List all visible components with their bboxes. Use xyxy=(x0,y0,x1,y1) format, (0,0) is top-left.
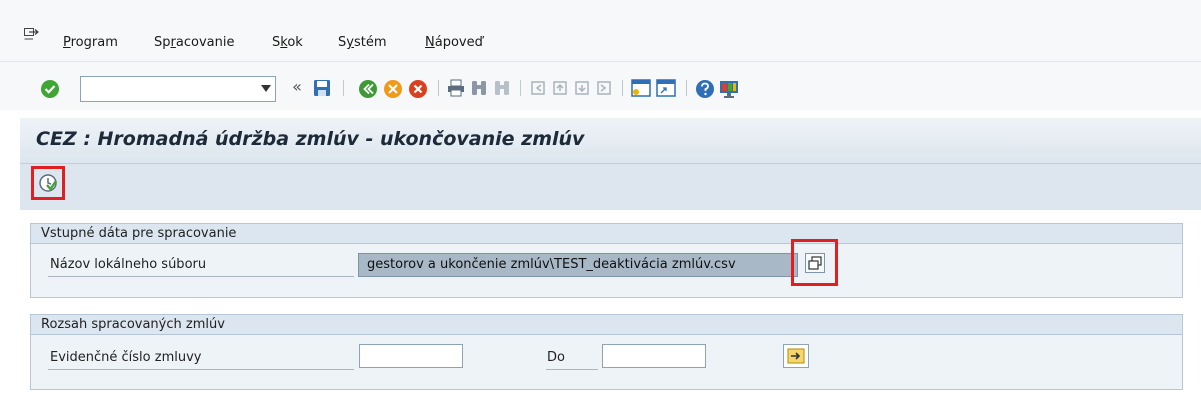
contract-to-input[interactable] xyxy=(602,344,706,368)
save-button[interactable] xyxy=(313,79,331,97)
copy-windows-icon xyxy=(808,256,822,270)
contract-to-field[interactable] xyxy=(603,345,705,367)
first-page-button[interactable] xyxy=(529,79,547,97)
prev-page-icon xyxy=(553,81,567,95)
menu-toggle-icon[interactable] xyxy=(24,28,39,40)
exit-button[interactable] xyxy=(383,79,403,99)
back-button[interactable] xyxy=(358,79,378,99)
enter-button[interactable] xyxy=(40,79,60,99)
help-icon xyxy=(696,80,714,98)
dropdown-arrow-icon[interactable] xyxy=(261,85,271,93)
monitor-icon xyxy=(720,81,738,98)
menu-spracovanie[interactable]: Spracovanie xyxy=(154,35,234,50)
new-window-icon xyxy=(631,79,651,97)
back-icon xyxy=(359,80,377,98)
contract-range-group-title: Rozsah spracovaných zmlúv xyxy=(31,315,1182,335)
label-underline xyxy=(546,369,598,370)
cancel-button[interactable] xyxy=(408,79,428,99)
multiple-selection-button[interactable] xyxy=(783,344,809,368)
last-page-button[interactable] xyxy=(595,79,613,97)
binoculars-icon xyxy=(472,81,486,95)
shortcut-icon xyxy=(656,79,676,97)
last-page-icon xyxy=(597,81,611,95)
checkmark-icon xyxy=(41,80,59,98)
menu-skok[interactable]: Skok xyxy=(272,35,303,50)
new-session-button[interactable] xyxy=(631,79,651,97)
print-icon xyxy=(448,79,464,97)
toolbar-separator xyxy=(520,80,521,96)
exit-icon xyxy=(384,80,402,98)
contract-from-field[interactable] xyxy=(360,345,462,367)
next-page-button[interactable] xyxy=(573,79,591,97)
customize-layout-button[interactable] xyxy=(719,79,739,99)
prev-page-button[interactable] xyxy=(551,79,569,97)
multiple-selection-icon xyxy=(787,348,805,364)
collapse-toolbar-button[interactable]: « xyxy=(289,76,305,96)
save-icon xyxy=(314,80,330,96)
page-title: CEZ : Hromadná údržba zmlúv - ukončovani… xyxy=(36,128,585,150)
browse-file-button[interactable] xyxy=(805,253,825,273)
to-label: Do xyxy=(547,350,565,365)
label-underline xyxy=(48,369,354,370)
command-field[interactable] xyxy=(80,76,276,102)
execute-button[interactable] xyxy=(31,166,65,200)
input-data-group-title: Vstupné dáta pre spracovanie xyxy=(31,224,1182,244)
execute-clock-icon xyxy=(39,174,57,192)
menu-program[interactable]: Program xyxy=(63,35,118,50)
cancel-icon xyxy=(409,80,427,98)
menu-system[interactable]: Systém xyxy=(338,35,387,50)
shortcut-button[interactable] xyxy=(656,79,676,97)
toolbar-separator xyxy=(622,80,623,96)
browse-file-highlight xyxy=(791,239,838,286)
binoculars-next-icon xyxy=(495,81,509,95)
toolbar-separator xyxy=(438,80,439,96)
label-underline xyxy=(48,276,354,277)
menu-napoved[interactable]: Nápoveď xyxy=(425,35,483,50)
first-page-icon xyxy=(531,81,545,95)
menu-bar: Program Spracovanie Skok Systém Nápoveď xyxy=(0,0,1201,62)
next-page-icon xyxy=(575,81,589,95)
print-button[interactable] xyxy=(447,79,465,97)
help-button[interactable] xyxy=(695,79,715,99)
command-input[interactable] xyxy=(81,77,249,101)
toolbar-separator xyxy=(343,80,344,96)
contract-number-label: Evidenčné číslo zmluvy xyxy=(50,350,202,365)
toolbar-separator xyxy=(686,80,687,96)
local-file-label: Názov lokálneho súboru xyxy=(50,257,207,272)
find-button[interactable] xyxy=(470,79,488,97)
contract-from-input[interactable] xyxy=(359,344,463,368)
find-next-button[interactable] xyxy=(493,79,511,97)
local-file-path-field[interactable]: gestorov a ukončenie zmlúv\TEST_deaktivá… xyxy=(358,253,798,277)
